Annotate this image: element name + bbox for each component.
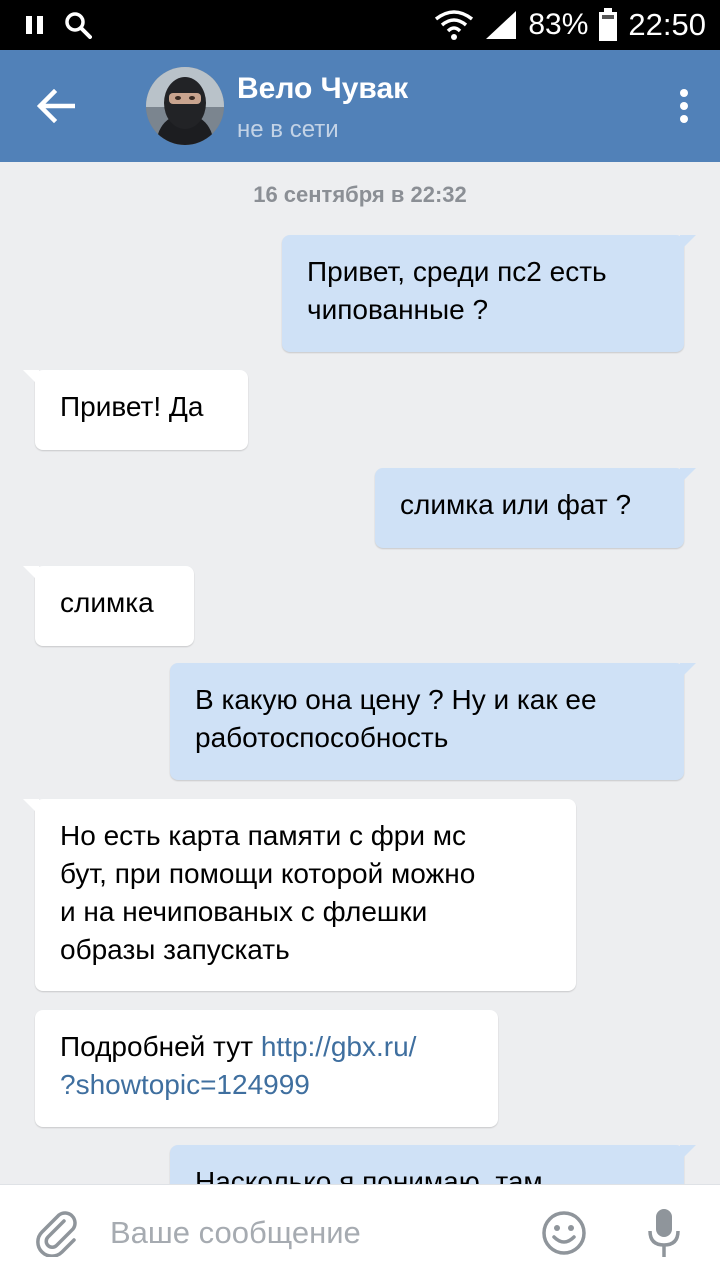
avatar-image [146, 67, 224, 145]
arrow-left-icon [37, 89, 75, 123]
message-text-line: Привет, среди пс2 есть [307, 256, 607, 287]
message-incoming[interactable]: Но есть карта памяти с фри мс бут, при п… [23, 799, 576, 991]
status-bar: 83% 22:50 [0, 0, 720, 50]
bubble-tail [23, 566, 39, 582]
message-link[interactable]: http://gbx.ru/ [261, 1031, 417, 1062]
clock: 22:50 [628, 7, 706, 42]
message-outgoing[interactable]: слимка или фат ? [375, 468, 696, 548]
message-outgoing[interactable]: Насколько я понимаю, там [170, 1145, 696, 1184]
message-text-line: В какую она цену ? Ну и как ее [195, 684, 597, 715]
message-text-line: ?showtopic=124999 [60, 1066, 474, 1104]
signal-icon [486, 11, 517, 39]
pause-icon [26, 16, 43, 34]
message-text-line: образы запускать [60, 934, 290, 965]
chat-header: Вело Чувак не в сети [0, 50, 720, 162]
battery-percent: 83% [528, 8, 589, 41]
message-text: Подробней тут [60, 1031, 261, 1062]
message-incoming[interactable]: Подробней тут http://gbx.ru/ ?showtopic=… [35, 1010, 498, 1127]
battery-icon [599, 8, 618, 41]
message-text-line: слимка [60, 587, 154, 618]
back-button[interactable] [28, 78, 84, 134]
date-separator: 16 сентября в 22:32 [253, 182, 467, 207]
bubble-tail [680, 235, 696, 251]
bubble-tail [23, 370, 39, 386]
smiley-icon[interactable] [541, 1210, 587, 1256]
avatar[interactable] [146, 67, 224, 145]
bubble-tail [23, 799, 39, 815]
message-outgoing[interactable]: В какую она цену ? Ну и как ее работоспо… [170, 663, 696, 780]
message-text-line: чипованные ? [307, 294, 489, 325]
message-text-line: Насколько я понимаю, там [195, 1166, 543, 1184]
message-link[interactable]: ?showtopic=124999 [60, 1069, 310, 1100]
message-text-line: Подробней тут http://gbx.ru/ [60, 1028, 474, 1066]
message-text-line: слимка или фат ? [400, 489, 632, 520]
more-vertical-icon [680, 89, 688, 123]
more-menu-button[interactable] [668, 78, 700, 134]
message-input[interactable] [110, 1203, 520, 1263]
chat-screen: 83% 22:50 Вело Чувак не в сети 16 сентяб… [0, 0, 720, 1280]
message-text-line: и на нечипованых с флешки [60, 896, 428, 927]
message-text-line: Но есть карта памяти с фри мс [60, 820, 467, 851]
message-text-line: бут, при помощи которой можно [60, 858, 476, 889]
wifi-icon [435, 10, 474, 40]
message-incoming[interactable]: слимка [23, 566, 194, 646]
message-list[interactable]: 16 сентября в 22:32 Привет, среди пс2 ес… [0, 162, 720, 1184]
search-icon [65, 12, 92, 39]
message-incoming[interactable]: Привет! Да [23, 370, 248, 450]
bubble-tail [680, 663, 696, 679]
contact-name[interactable]: Вело Чувак [237, 72, 408, 106]
message-composer [0, 1184, 720, 1280]
message-text-line: Привет! Да [60, 391, 204, 422]
message-outgoing[interactable]: Привет, среди пс2 есть чипованные ? [282, 235, 696, 352]
bubble-tail [680, 1145, 696, 1161]
message-text-line: работоспособность [195, 722, 449, 753]
contact-status: не в сети [237, 116, 339, 143]
bubble-tail [680, 468, 696, 484]
paperclip-icon[interactable] [34, 1209, 82, 1257]
microphone-icon[interactable] [646, 1207, 682, 1259]
